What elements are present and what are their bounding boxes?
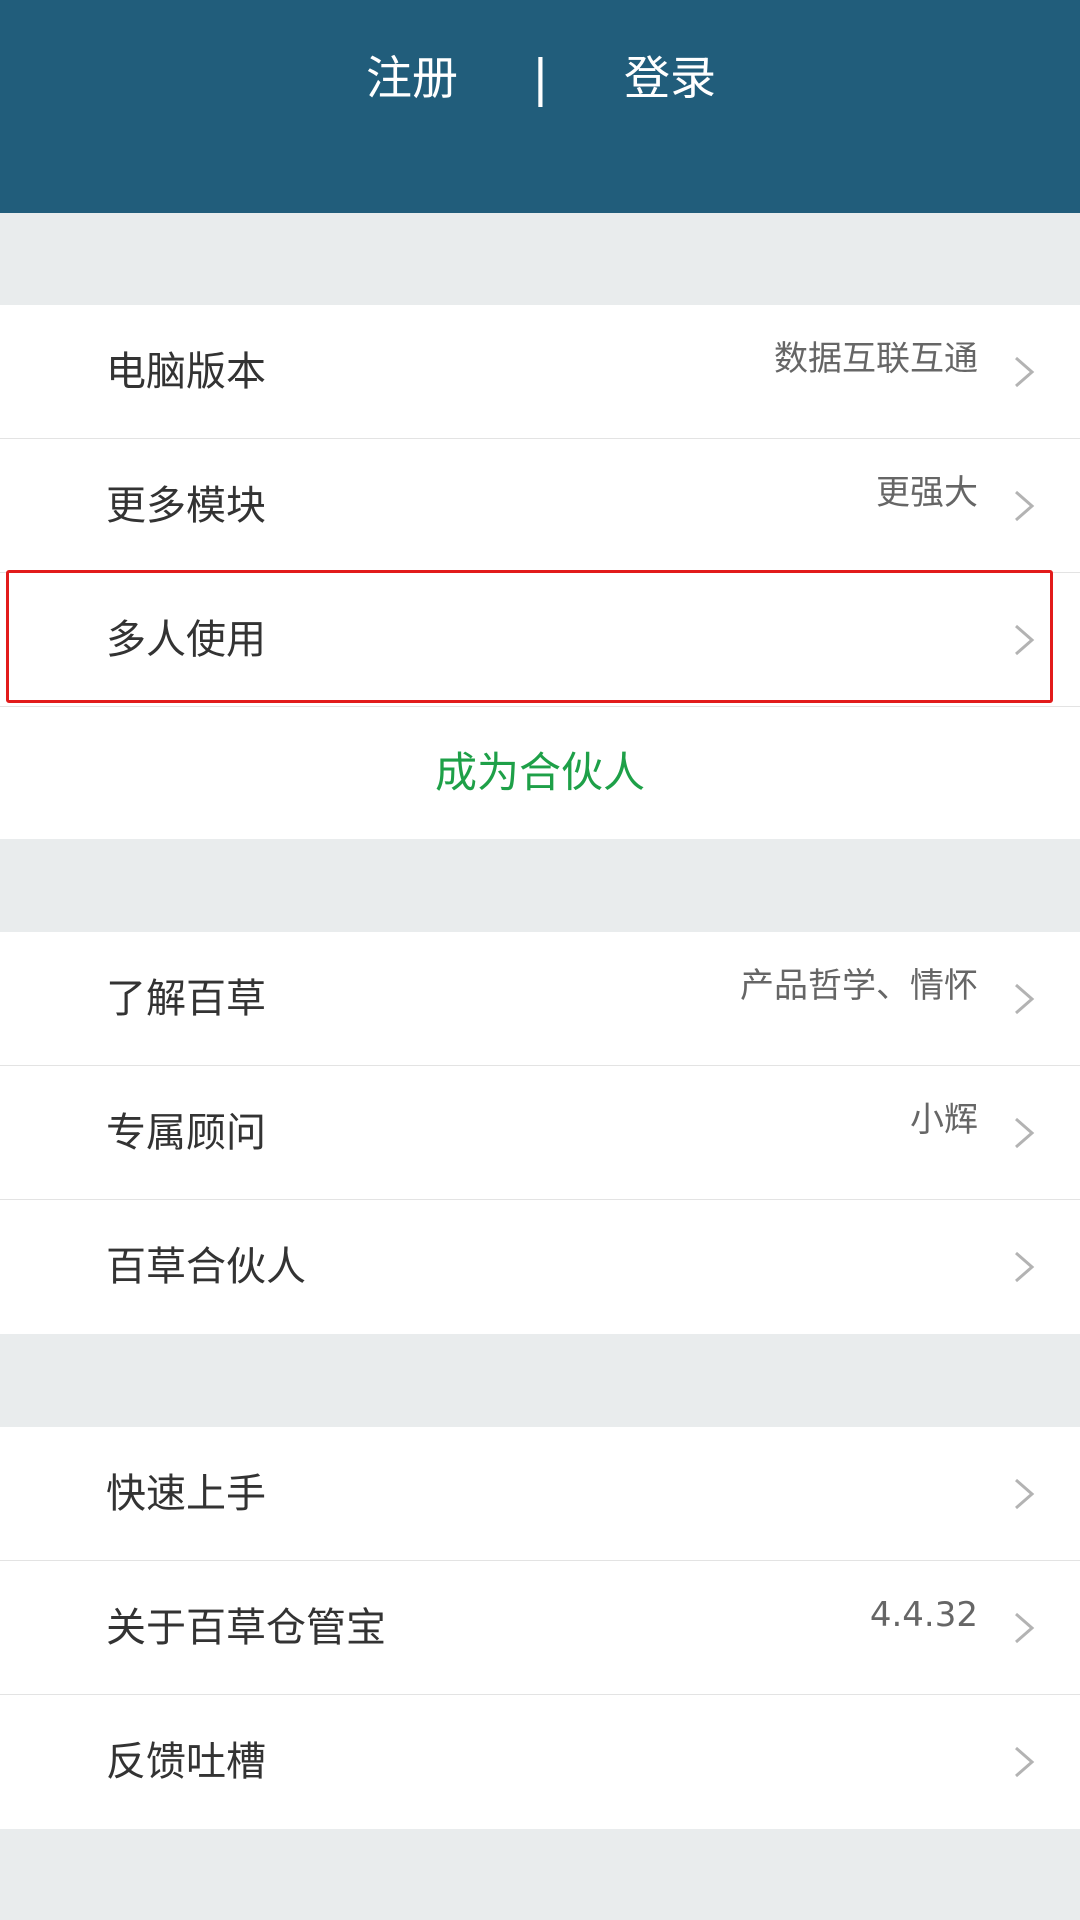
menu-item-about-baicao[interactable]: 了解百草 产品哲学、情怀	[0, 932, 1080, 1066]
header-bar: 注册 | 登录	[0, 0, 1080, 213]
settings-group-2: 了解百草 产品哲学、情怀 专属顾问 小辉 百草合伙人	[0, 932, 1080, 1334]
register-link[interactable]: 注册	[366, 46, 458, 110]
menu-item-about-app[interactable]: 关于百草仓管宝 4.4.32	[0, 1561, 1080, 1695]
settings-group-1: 电脑版本 数据互联互通 更多模块 更强大 多人使用 成为合伙人	[0, 305, 1080, 839]
chevron-right-icon	[1012, 1476, 1038, 1509]
menu-item-desktop-version[interactable]: 电脑版本 数据互联互通	[0, 305, 1080, 439]
chevron-right-icon	[1012, 1115, 1038, 1148]
login-link[interactable]: 登录	[624, 46, 716, 110]
menu-item-quick-start[interactable]: 快速上手	[0, 1427, 1080, 1561]
menu-item-label: 专属顾问	[106, 1110, 266, 1156]
become-partner-button[interactable]: 成为合伙人	[435, 748, 645, 797]
menu-item-label: 快速上手	[106, 1471, 266, 1517]
menu-item-label: 了解百草	[106, 976, 266, 1022]
menu-item-multi-user[interactable]: 多人使用	[0, 573, 1080, 707]
menu-item-value: 数据互联互通	[774, 339, 978, 379]
menu-item-label: 关于百草仓管宝	[106, 1605, 386, 1651]
menu-item-feedback[interactable]: 反馈吐槽	[0, 1695, 1080, 1829]
version-value: 4.4.32	[869, 1595, 978, 1635]
chevron-right-icon	[1012, 488, 1038, 521]
menu-item-consultant[interactable]: 专属顾问 小辉	[0, 1066, 1080, 1200]
chevron-right-icon	[1012, 354, 1038, 387]
menu-item-value: 更强大	[876, 473, 978, 513]
chevron-right-icon	[1012, 1610, 1038, 1643]
menu-item-value: 产品哲学、情怀	[740, 966, 978, 1006]
chevron-right-icon	[1012, 1744, 1038, 1778]
settings-group-3: 快速上手 关于百草仓管宝 4.4.32 反馈吐槽	[0, 1427, 1080, 1829]
menu-item-value: 小辉	[910, 1100, 978, 1140]
menu-item-label: 多人使用	[106, 617, 266, 663]
menu-item-label: 反馈吐槽	[106, 1739, 266, 1785]
menu-item-label: 电脑版本	[106, 349, 266, 395]
menu-item-more-modules[interactable]: 更多模块 更强大	[0, 439, 1080, 573]
become-partner-row: 成为合伙人	[0, 707, 1080, 839]
auth-divider: |	[532, 49, 549, 107]
chevron-right-icon	[1012, 622, 1038, 655]
menu-item-baicao-partner[interactable]: 百草合伙人	[0, 1200, 1080, 1334]
chevron-right-icon	[1012, 1249, 1038, 1283]
auth-links: 注册 | 登录	[0, 46, 1080, 110]
menu-item-label: 百草合伙人	[106, 1244, 306, 1290]
chevron-right-icon	[1012, 981, 1038, 1014]
menu-item-label: 更多模块	[106, 483, 266, 529]
